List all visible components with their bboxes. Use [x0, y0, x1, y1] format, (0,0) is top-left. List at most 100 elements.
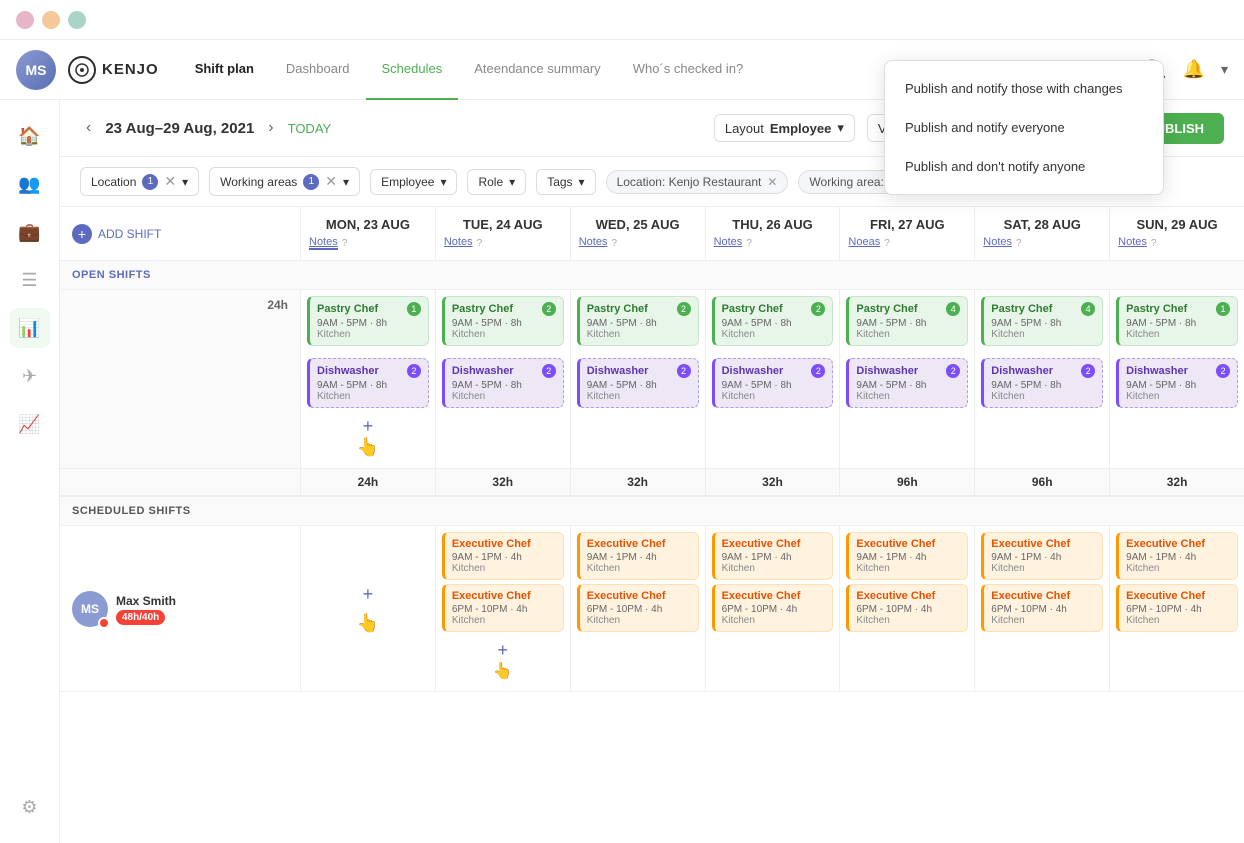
- dropdown-item-notify-everyone[interactable]: Publish and notify everyone: [885, 108, 1163, 147]
- shift-card[interactable]: Dishwasher 2 9AM - 5PM · 8h Kitchen: [1116, 358, 1238, 408]
- notes-link-1[interactable]: Notes: [444, 236, 473, 250]
- active-filter-location-remove[interactable]: ✕: [767, 175, 777, 189]
- next-date-button[interactable]: ›: [262, 115, 279, 141]
- shift-card[interactable]: Pastry Chef 4 9AM - 5PM · 8h Kitchen: [981, 296, 1103, 346]
- shift-card[interactable]: Executive Chef 9AM - 1PM · 4h Kitchen: [712, 532, 834, 580]
- add-shift-tue-button[interactable]: + 👆: [442, 636, 564, 685]
- dot-pink: [16, 11, 34, 29]
- shift-card[interactable]: Executive Chef 9AM - 1PM · 4h Kitchen: [846, 532, 968, 580]
- shift-card[interactable]: Executive Chef 6PM - 10PM · 4h Kitchen: [1116, 584, 1238, 632]
- employee-row-max-smith: MS Max Smith 48h/40h + 👆: [60, 526, 1244, 692]
- shift-badge: 2: [1081, 364, 1095, 378]
- sidebar-home-icon[interactable]: 🏠: [10, 116, 50, 156]
- shift-location: Kitchen: [317, 329, 421, 340]
- pastry-hours-col: 24h: [60, 290, 300, 352]
- shift-card[interactable]: Executive Chef 9AM - 1PM · 4h Kitchen: [981, 532, 1103, 580]
- notes-link-4[interactable]: Noeas: [848, 236, 880, 250]
- notes-link-6[interactable]: Notes: [1118, 236, 1147, 250]
- pastry-col-5: Pastry Chef 4 9AM - 5PM · 8h Kitchen: [974, 290, 1109, 352]
- shift-card[interactable]: Dishwasher 2 9AM - 5PM · 8h Kitchen: [307, 358, 429, 408]
- hours-wed: 32h: [627, 475, 648, 489]
- shift-card[interactable]: Pastry Chef 2 9AM - 5PM · 8h Kitchen: [577, 296, 699, 346]
- shift-card[interactable]: Pastry Chef 2 9AM - 5PM · 8h Kitchen: [442, 296, 564, 346]
- avatar[interactable]: MS: [16, 50, 56, 90]
- tags-label: Tags: [547, 175, 572, 189]
- sidebar-list-icon[interactable]: ☰: [10, 260, 50, 300]
- shift-card[interactable]: Dishwasher 2 9AM - 5PM · 8h Kitchen: [577, 358, 699, 408]
- shift-card[interactable]: Pastry Chef 4 9AM - 5PM · 8h Kitchen: [846, 296, 968, 346]
- day-col-2: WED, 25 AUG Notes ?: [570, 207, 705, 260]
- tab-shift-plan[interactable]: Shift plan: [179, 40, 270, 100]
- notes-link-0[interactable]: Notes: [309, 236, 338, 250]
- notes-help-6: ?: [1151, 238, 1157, 249]
- dropdown-item-notify-changes[interactable]: Publish and notify those with changes: [885, 69, 1163, 108]
- location-filter[interactable]: Location 1 ✕ ▾: [80, 167, 199, 196]
- shift-badge: 1: [1216, 302, 1230, 316]
- shift-card[interactable]: Executive Chef 6PM - 10PM · 4h Kitchen: [981, 584, 1103, 632]
- shift-location: Kitchen: [722, 391, 826, 402]
- shift-time: 9AM - 1PM · 4h: [722, 552, 826, 563]
- user-menu-chevron[interactable]: ▾: [1221, 61, 1228, 78]
- today-button[interactable]: TODAY: [288, 121, 332, 136]
- shift-card[interactable]: Executive Chef 9AM - 1PM · 4h Kitchen: [442, 532, 564, 580]
- shift-card[interactable]: Executive Chef 9AM - 1PM · 4h Kitchen: [1116, 532, 1238, 580]
- employee-hours-badge: 48h/40h: [116, 610, 165, 625]
- notes-help-1: ?: [477, 238, 483, 249]
- working-areas-filter[interactable]: Working areas 1 ✕ ▾: [209, 167, 360, 196]
- shift-card[interactable]: Executive Chef 6PM - 10PM · 4h Kitchen: [712, 584, 834, 632]
- notes-link-2[interactable]: Notes: [579, 236, 608, 250]
- shift-title: Executive Chef: [1126, 590, 1205, 602]
- shift-card[interactable]: Pastry Chef 2 9AM - 5PM · 8h Kitchen: [712, 296, 834, 346]
- avatar-initials: MS: [81, 602, 99, 616]
- tags-filter[interactable]: Tags ▾: [536, 169, 595, 195]
- day-date-5: SAT, 28 AUG: [983, 217, 1101, 232]
- shift-card[interactable]: Executive Chef 6PM - 10PM · 4h Kitchen: [846, 584, 968, 632]
- shift-title: Dishwasher: [317, 365, 379, 377]
- shift-location: Kitchen: [722, 615, 826, 626]
- prev-date-button[interactable]: ‹: [80, 115, 97, 141]
- shift-card[interactable]: Pastry Chef 1 9AM - 5PM · 8h Kitchen: [1116, 296, 1238, 346]
- layout-selector[interactable]: Layout Employee ▾: [714, 114, 855, 142]
- employee-filter[interactable]: Employee ▾: [370, 169, 457, 195]
- shift-card[interactable]: Executive Chef 6PM - 10PM · 4h Kitchen: [442, 584, 564, 632]
- add-shift-mon-button[interactable]: +: [363, 584, 374, 605]
- tab-checked-in[interactable]: Who´s checked in?: [617, 40, 760, 100]
- pastry-col-2: Pastry Chef 2 9AM - 5PM · 8h Kitchen: [570, 290, 705, 352]
- shift-location: Kitchen: [317, 391, 421, 402]
- sidebar-people-icon[interactable]: 👥: [10, 164, 50, 204]
- pastry-col-1: Pastry Chef 2 9AM - 5PM · 8h Kitchen: [435, 290, 570, 352]
- dot-orange: [42, 11, 60, 29]
- shift-card[interactable]: Dishwasher 2 9AM - 5PM · 8h Kitchen: [846, 358, 968, 408]
- notes-link-3[interactable]: Notes: [714, 236, 743, 250]
- emp-col-thu: Executive Chef 9AM - 1PM · 4h Kitchen Ex…: [705, 526, 840, 691]
- notes-link-5[interactable]: Notes: [983, 236, 1012, 250]
- day-date-1: TUE, 24 AUG: [444, 217, 562, 232]
- add-shift-button[interactable]: + ADD SHIFT: [72, 224, 161, 244]
- add-shift-plus-0[interactable]: + 👆: [307, 412, 429, 462]
- hours-mon: 24h: [358, 475, 379, 489]
- sidebar-bar-chart-icon[interactable]: 📈: [10, 404, 50, 444]
- sidebar-bag-icon[interactable]: 💼: [10, 212, 50, 252]
- shift-location: Kitchen: [1126, 329, 1230, 340]
- sidebar-settings-icon[interactable]: ⚙: [10, 787, 50, 827]
- shift-card[interactable]: Dishwasher 2 9AM - 5PM · 8h Kitchen: [712, 358, 834, 408]
- sidebar-chart-icon[interactable]: 📊: [10, 308, 50, 348]
- shift-badge: 4: [1081, 302, 1095, 316]
- tab-attendance[interactable]: Ateendance summary: [458, 40, 616, 100]
- bell-icon[interactable]: 🔔: [1183, 59, 1205, 80]
- shift-card[interactable]: Dishwasher 2 9AM - 5PM · 8h Kitchen: [442, 358, 564, 408]
- dot-teal: [68, 11, 86, 29]
- emp-col-tue: Executive Chef 9AM - 1PM · 4h Kitchen Ex…: [435, 526, 570, 691]
- shift-card[interactable]: Pastry Chef 1 9AM - 5PM · 8h Kitchen: [307, 296, 429, 346]
- pastry-chef-row: 24h Pastry Chef 1 9AM - 5PM · 8h Kitchen: [60, 290, 1244, 352]
- shift-card[interactable]: Dishwasher 2 9AM - 5PM · 8h Kitchen: [981, 358, 1103, 408]
- sidebar-plane-icon[interactable]: ✈: [10, 356, 50, 396]
- role-filter[interactable]: Role ▾: [467, 169, 526, 195]
- shift-card[interactable]: Executive Chef 6PM - 10PM · 4h Kitchen: [577, 584, 699, 632]
- tab-schedules[interactable]: Schedules: [366, 40, 459, 100]
- tab-dashboard[interactable]: Dashboard: [270, 40, 366, 100]
- dropdown-item-no-notify[interactable]: Publish and don't notify anyone: [885, 147, 1163, 186]
- shift-card[interactable]: Executive Chef 9AM - 1PM · 4h Kitchen: [577, 532, 699, 580]
- shift-title: Pastry Chef: [722, 303, 783, 315]
- shift-location: Kitchen: [587, 329, 691, 340]
